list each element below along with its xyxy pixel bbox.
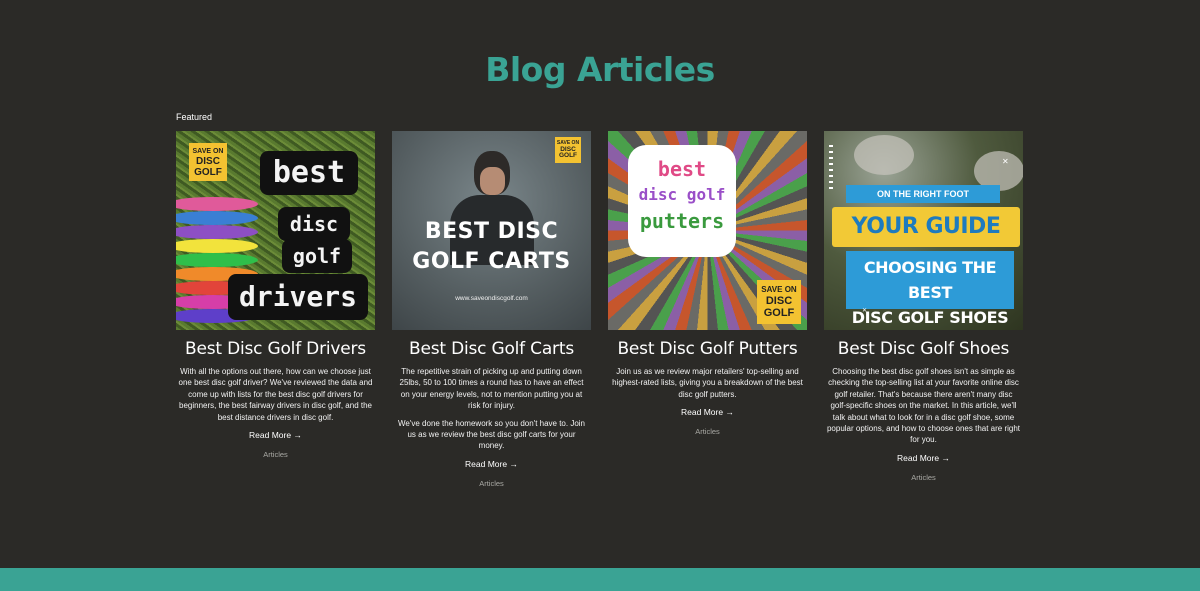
post-excerpt: Join us as we review major retailers' to… bbox=[612, 367, 803, 399]
thumb-url: www.saveondiscgolf.com bbox=[455, 295, 528, 302]
post-thumbnail-putters[interactable]: best disc golf putters SAVE ON DISC GOLF bbox=[608, 131, 807, 330]
post-card-putters: best disc golf putters SAVE ON DISC GOLF… bbox=[608, 131, 807, 488]
post-card-shoes: ✕ ON THE RIGHT FOOT YOUR GUIDE TO CHOOSI… bbox=[824, 131, 1023, 488]
post-title-link[interactable]: Best Disc Golf Shoes bbox=[824, 339, 1023, 359]
thumb-subheadline: CHOOSING THE BEST DISC GOLF SHOES bbox=[846, 251, 1014, 327]
thumb-word: best bbox=[260, 151, 358, 195]
post-excerpt: The repetitive strain of picking up and … bbox=[397, 367, 586, 451]
read-more-link[interactable]: Read More → bbox=[465, 459, 518, 469]
post-excerpt: With all the options out there, how can … bbox=[178, 367, 373, 422]
category-link[interactable]: Articles bbox=[392, 479, 591, 488]
thumb-word: disc golf bbox=[638, 185, 726, 204]
category-link[interactable]: Articles bbox=[608, 427, 807, 436]
thumb-word: drivers bbox=[228, 274, 368, 320]
read-more-link[interactable]: Read More → bbox=[681, 407, 734, 417]
save-on-disc-golf-logo: SAVE ON DISC GOLF bbox=[757, 280, 801, 324]
post-excerpt: Choosing the best disc golf shoes isn't … bbox=[826, 367, 1021, 445]
post-title-link[interactable]: Best Disc Golf Drivers bbox=[176, 339, 375, 359]
dots-decoration bbox=[829, 145, 833, 189]
category-link[interactable]: Articles bbox=[824, 473, 1023, 482]
close-icon: ✕ bbox=[862, 308, 868, 314]
footer-band bbox=[0, 568, 1200, 591]
save-on-disc-golf-logo: SAVE ON DISC GOLF bbox=[189, 143, 227, 181]
thumb-word: best bbox=[657, 157, 707, 181]
post-title-link[interactable]: Best Disc Golf Putters bbox=[608, 339, 807, 359]
thumb-word: putters bbox=[639, 209, 725, 233]
save-on-disc-golf-logo: SAVE ON DISC GOLF bbox=[555, 137, 581, 163]
featured-label: Featured bbox=[176, 112, 213, 122]
thumb-word: disc bbox=[278, 207, 350, 241]
read-more-link[interactable]: Read More → bbox=[897, 453, 950, 463]
read-more-link[interactable]: Read More → bbox=[249, 430, 302, 440]
blog-grid: SAVE ON DISC GOLF best disc golf drivers… bbox=[176, 131, 1023, 488]
thumb-title: BEST DISC GOLF CARTS bbox=[412, 219, 571, 274]
thumb-kicker: ON THE RIGHT FOOT bbox=[846, 185, 1000, 203]
post-thumbnail-shoes[interactable]: ✕ ON THE RIGHT FOOT YOUR GUIDE TO CHOOSI… bbox=[824, 131, 1023, 330]
page-title: Blog Articles bbox=[485, 50, 715, 89]
post-title-link[interactable]: Best Disc Golf Carts bbox=[392, 339, 591, 359]
thumb-word: golf bbox=[282, 239, 352, 273]
post-card-carts: SAVE ON DISC GOLF BEST DISC GOLF CARTS w… bbox=[392, 131, 591, 488]
category-link[interactable]: Articles bbox=[176, 450, 375, 459]
post-thumbnail-drivers[interactable]: SAVE ON DISC GOLF best disc golf drivers bbox=[176, 131, 375, 330]
thumb-headline: YOUR GUIDE TO bbox=[832, 207, 1020, 279]
post-card-drivers: SAVE ON DISC GOLF best disc golf drivers… bbox=[176, 131, 375, 488]
close-icon: ✕ bbox=[1002, 157, 1009, 166]
post-thumbnail-carts[interactable]: SAVE ON DISC GOLF BEST DISC GOLF CARTS w… bbox=[392, 131, 591, 330]
shoe-photo bbox=[854, 135, 914, 175]
